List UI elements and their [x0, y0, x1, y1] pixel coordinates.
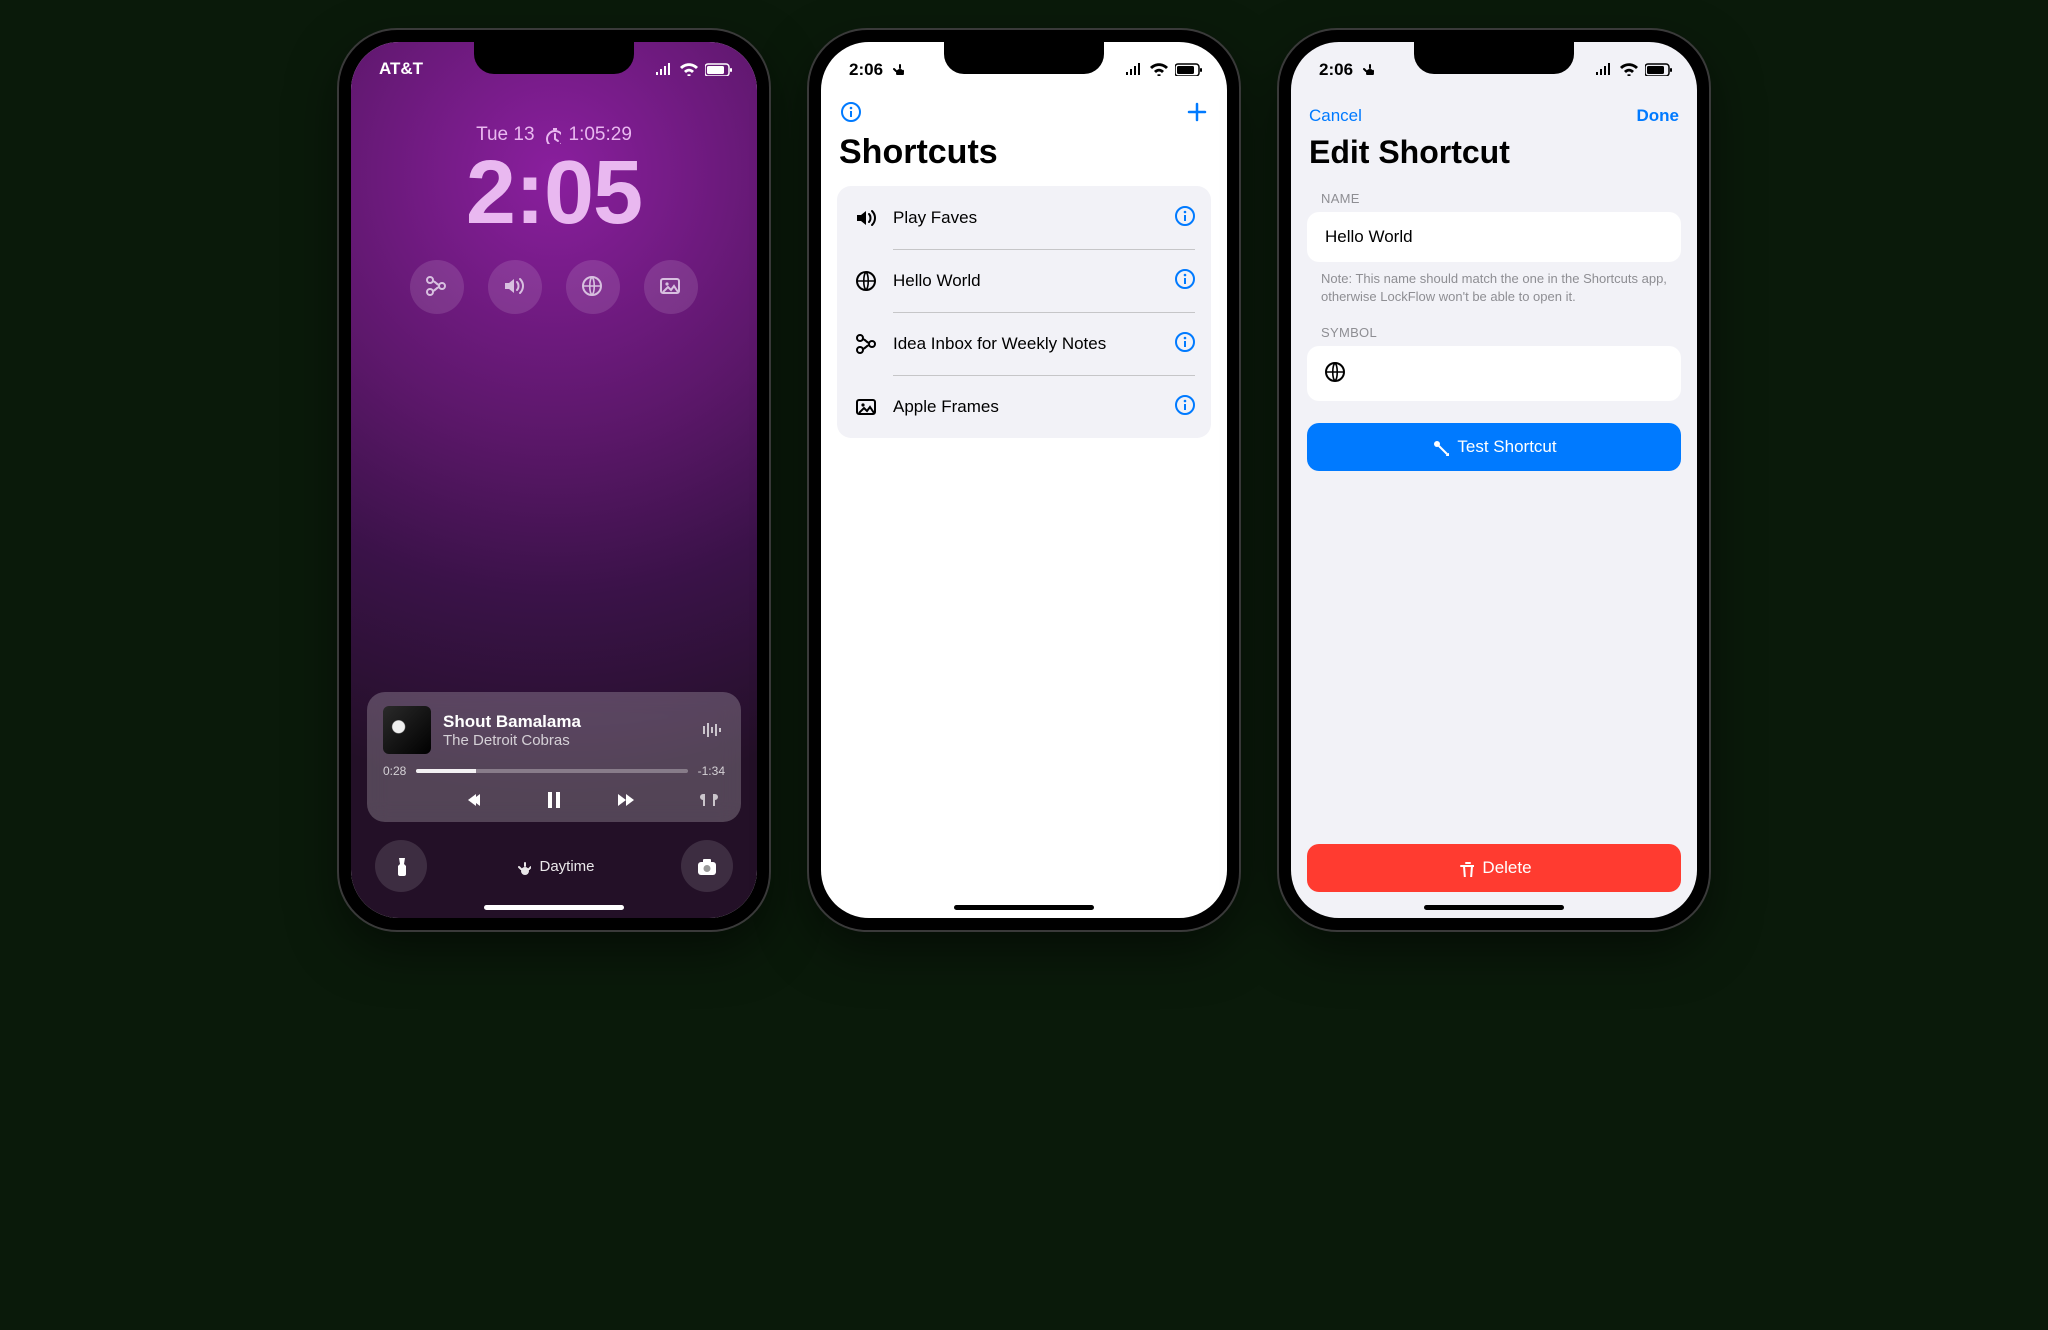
info-icon [1173, 267, 1195, 289]
name-header: NAME [1291, 185, 1697, 212]
shortcut-merge-icon [424, 274, 450, 300]
info-button[interactable] [839, 100, 863, 129]
timer-icon [543, 126, 561, 144]
delete-button[interactable]: Delete [1307, 844, 1681, 892]
list-item[interactable]: Hello World [837, 249, 1211, 312]
name-field-wrapper[interactable] [1307, 212, 1681, 262]
list-item[interactable]: Apple Frames [837, 375, 1211, 438]
image-icon [853, 395, 879, 419]
elapsed-label: 0:28 [383, 764, 406, 778]
speaker-icon [853, 206, 879, 230]
list-item-label: Idea Inbox for Weekly Notes [893, 334, 1159, 354]
time-label: 2:06 [1319, 60, 1353, 79]
lockscreen-clock: 2:05 [351, 148, 757, 238]
pause-button[interactable] [542, 788, 566, 812]
trash-icon [1456, 859, 1474, 877]
shortcuts-list: Play Faves Hello World Idea Inbox for We… [837, 186, 1211, 438]
widget-globe[interactable] [566, 260, 620, 314]
name-input[interactable] [1323, 226, 1665, 248]
name-note: Note: This name should match the one in … [1291, 262, 1697, 319]
done-button[interactable]: Done [1637, 106, 1680, 126]
wifi-icon [679, 62, 699, 76]
cancel-button[interactable]: Cancel [1309, 106, 1362, 126]
widget-image[interactable] [644, 260, 698, 314]
airpods-icon[interactable] [697, 788, 721, 812]
page-title: Shortcuts [821, 129, 1227, 186]
add-button[interactable] [1185, 100, 1209, 129]
flashlight-icon [390, 855, 412, 877]
list-item[interactable]: Play Faves [837, 186, 1211, 249]
notch [944, 42, 1104, 74]
delete-label: Delete [1482, 858, 1531, 878]
test-label: Test Shortcut [1457, 437, 1556, 457]
flashlight-button[interactable] [375, 840, 427, 892]
widget-speaker[interactable] [488, 260, 542, 314]
wifi-icon [1619, 62, 1639, 76]
globe-icon [580, 274, 606, 300]
phone-edit-shortcut: 2:06 Cancel Done Edit Shortcut NAME Note… [1279, 30, 1709, 930]
sun-icon [888, 59, 904, 75]
phone-lockscreen: AT&T Tue 13 1:05:29 2:05 [339, 30, 769, 930]
plus-icon [1185, 100, 1209, 124]
globe-icon [1323, 360, 1345, 382]
info-icon [1173, 204, 1195, 226]
list-item-label: Hello World [893, 271, 1159, 291]
test-shortcut-button[interactable]: Test Shortcut [1307, 423, 1681, 471]
forward-button[interactable] [614, 788, 644, 812]
test-icon [1431, 438, 1449, 456]
info-icon [839, 100, 863, 124]
rewind-button[interactable] [464, 788, 494, 812]
focus-label: Daytime [539, 858, 594, 875]
globe-icon [853, 269, 879, 293]
nowplaying-card[interactable]: Shout Bamalama The Detroit Cobras 0:28 -… [367, 692, 741, 822]
page-title: Edit Shortcut [1291, 132, 1697, 185]
camera-button[interactable] [681, 840, 733, 892]
signal-icon [1125, 62, 1143, 76]
time-label: 2:06 [849, 60, 883, 79]
home-indicator[interactable] [1424, 905, 1564, 910]
row-info-button[interactable] [1173, 393, 1195, 420]
list-item-label: Play Faves [893, 208, 1159, 228]
home-indicator[interactable] [484, 905, 624, 910]
widget-shortcut[interactable] [410, 260, 464, 314]
sun-icon [513, 857, 531, 875]
notch [474, 42, 634, 74]
battery-icon [705, 62, 733, 76]
row-info-button[interactable] [1173, 330, 1195, 357]
info-icon [1173, 330, 1195, 352]
list-item[interactable]: Idea Inbox for Weekly Notes [837, 312, 1211, 375]
shortcut-merge-icon [853, 332, 879, 356]
speaker-icon [502, 274, 528, 300]
image-icon [658, 274, 684, 300]
track-artist: The Detroit Cobras [443, 732, 689, 749]
row-info-button[interactable] [1173, 267, 1195, 294]
signal-icon [655, 62, 673, 76]
album-art [383, 706, 431, 754]
symbol-picker[interactable] [1307, 346, 1681, 401]
notch [1414, 42, 1574, 74]
phone-shortcuts-list: 2:06 Shortcuts Play Faves [809, 30, 1239, 930]
info-icon [1173, 393, 1195, 415]
wifi-icon [1149, 62, 1169, 76]
list-item-label: Apple Frames [893, 397, 1159, 417]
lockscreen-widgets [351, 260, 757, 314]
sun-icon [1358, 59, 1374, 75]
camera-icon [695, 855, 719, 877]
battery-icon [1645, 62, 1673, 76]
battery-icon [1175, 62, 1203, 76]
track-title: Shout Bamalama [443, 712, 689, 732]
focus-pill[interactable]: Daytime [513, 857, 594, 875]
remaining-label: -1:34 [698, 764, 725, 778]
home-indicator[interactable] [954, 905, 1094, 910]
symbol-header: SYMBOL [1291, 319, 1697, 346]
carrier-label: AT&T [379, 59, 423, 79]
progress-bar[interactable] [416, 769, 687, 773]
signal-icon [1595, 62, 1613, 76]
row-info-button[interactable] [1173, 204, 1195, 231]
waveform-icon [701, 718, 725, 742]
